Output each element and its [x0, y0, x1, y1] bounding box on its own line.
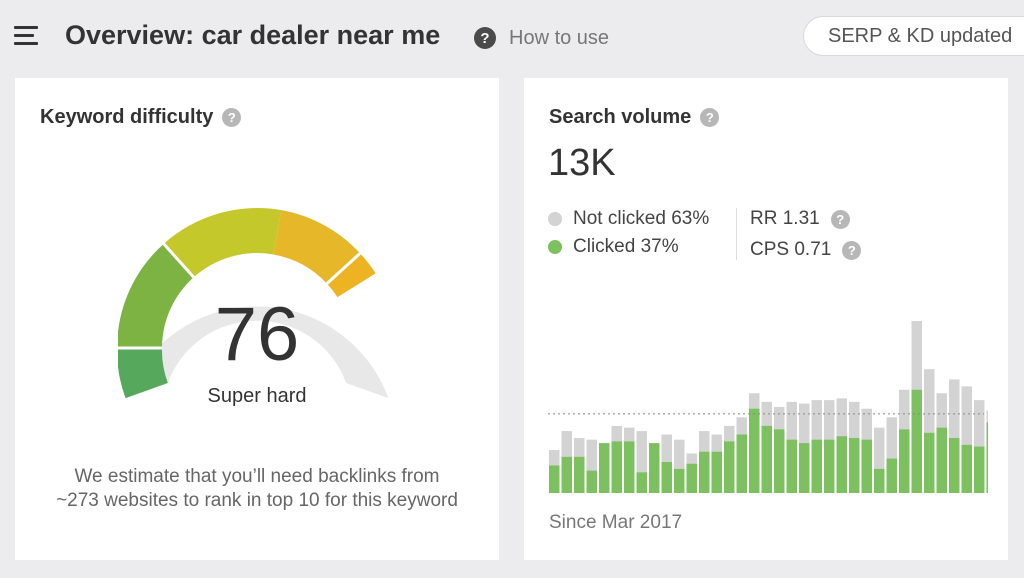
volume-bar-clicked[interactable] — [924, 432, 935, 493]
difficulty-label: Super hard — [207, 385, 307, 407]
volume-bar-clicked[interactable] — [736, 434, 748, 493]
search-volume-title-text: Search volume — [549, 106, 692, 128]
not-clicked-dot-icon — [548, 212, 562, 226]
volume-bar-clicked[interactable] — [636, 472, 648, 493]
sv-help-icon[interactable]: ? — [700, 108, 720, 127]
backlinks-estimate-note: We estimate that you’ll need backlinks f… — [27, 465, 487, 513]
volume-bar-clicked[interactable] — [611, 441, 623, 493]
volume-bar-clicked[interactable] — [749, 408, 760, 493]
search-volume-chart — [548, 321, 989, 493]
how-to-use-link[interactable]: ? How to use — [474, 25, 609, 51]
volume-bar-clicked[interactable] — [974, 446, 985, 493]
volume-bar-clicked[interactable] — [699, 451, 710, 493]
volume-bar-clicked[interactable] — [586, 470, 598, 493]
volume-bar-clicked[interactable] — [911, 389, 923, 493]
volume-bar-clicked[interactable] — [674, 468, 685, 493]
backlinks-note-line-1: We estimate that you’ll need backlinks f… — [74, 466, 440, 487]
volume-bar-clicked[interactable] — [711, 451, 723, 493]
volume-bar-clicked[interactable] — [936, 427, 948, 493]
page-title: Overview: car dealer near me — [65, 20, 441, 50]
volume-bar-clicked[interactable] — [624, 441, 635, 493]
clicked-dot-icon — [548, 240, 562, 254]
volume-bar-clicked[interactable] — [986, 422, 989, 493]
volume-bar-clicked[interactable] — [574, 456, 585, 493]
difficulty-score: 76 — [214, 292, 300, 377]
rr-value: RR 1.31 — [750, 208, 820, 229]
volume-bar-clicked[interactable] — [649, 443, 660, 493]
legend-divider — [736, 208, 737, 260]
volume-bar-clicked[interactable] — [886, 458, 898, 493]
volume-bar-clicked[interactable] — [786, 439, 798, 493]
cps-value: CPS 0.71 — [750, 239, 832, 260]
backlinks-note-line-2: ~273 websites to rank in top 10 for this… — [56, 490, 458, 511]
volume-bar-clicked[interactable] — [799, 443, 810, 493]
volume-bar-clicked[interactable] — [549, 465, 560, 493]
hamburger-menu-icon[interactable] — [14, 26, 40, 46]
volume-bar-clicked[interactable] — [686, 463, 698, 493]
how-to-use-label: How to use — [509, 26, 610, 49]
volume-bar-clicked[interactable] — [811, 439, 823, 493]
volume-bar-clicked[interactable] — [774, 429, 785, 493]
keyword-difficulty-title-text: Keyword difficulty — [40, 106, 214, 128]
cps-help-icon[interactable]: ? — [842, 240, 862, 260]
not-clicked-label: Not clicked 63% — [573, 208, 710, 229]
volume-bar-clicked[interactable] — [661, 462, 673, 493]
keyword-difficulty-title: Keyword difficulty ? — [40, 106, 242, 129]
rr-help-icon[interactable]: ? — [830, 209, 850, 229]
volume-bar-clicked[interactable] — [824, 439, 835, 493]
volume-bar-clicked[interactable] — [949, 437, 960, 493]
help-icon: ? — [474, 27, 496, 49]
since-date: Since Mar 2017 — [549, 512, 683, 533]
rr-metric: RR 1.31 ? — [750, 208, 850, 230]
volume-bar-clicked[interactable] — [874, 468, 885, 493]
top-bar: Overview: car dealer near me ? How to us… — [0, 0, 1024, 76]
kd-help-icon[interactable]: ? — [222, 108, 242, 127]
serp-kd-updated-button[interactable]: SERP & KD updated — [803, 16, 1024, 56]
volume-bar-clicked[interactable] — [724, 441, 735, 493]
volume-bar-clicked[interactable] — [761, 425, 773, 493]
volume-bar-clicked[interactable] — [899, 429, 910, 493]
legend-clicked: Clicked 37% — [548, 236, 679, 258]
legend-not-clicked: Not clicked 63% — [548, 208, 709, 230]
clicked-label: Clicked 37% — [573, 236, 679, 257]
search-volume-value: 13K — [548, 142, 616, 184]
volume-bar-clicked[interactable] — [861, 439, 873, 493]
volume-bar-clicked[interactable] — [961, 444, 973, 493]
volume-bar-clicked[interactable] — [599, 443, 610, 493]
cps-metric: CPS 0.71 ? — [750, 239, 862, 261]
volume-bar-clicked[interactable] — [561, 456, 573, 493]
search-volume-title: Search volume ? — [549, 106, 720, 129]
volume-bar-clicked[interactable] — [836, 436, 848, 493]
volume-bar-clicked[interactable] — [849, 437, 860, 493]
